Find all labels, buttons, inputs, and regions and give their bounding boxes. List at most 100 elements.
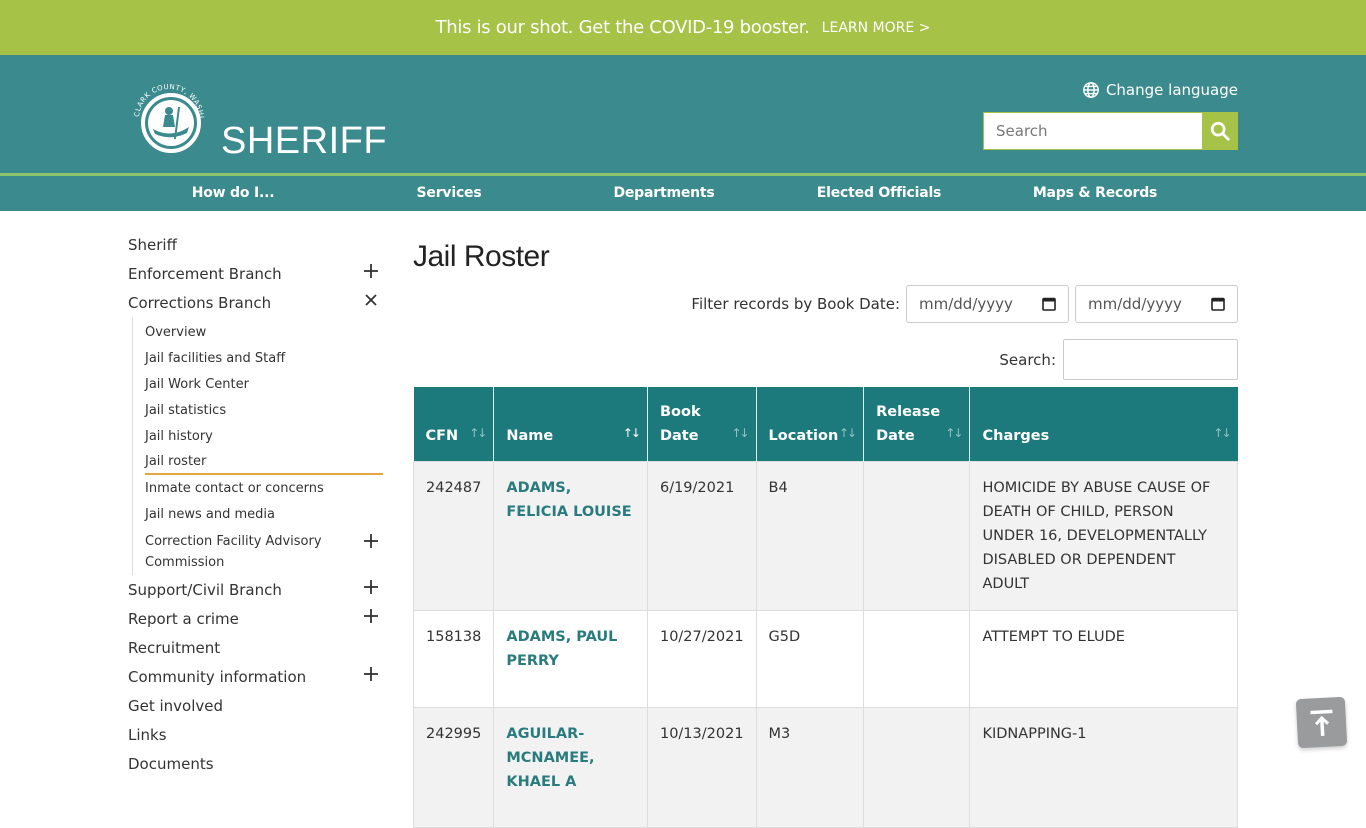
sidebar-subitem-jail-facilities[interactable]: Jail facilities and Staff [145, 345, 383, 371]
sidebar-item-links[interactable]: Links [128, 720, 383, 749]
sidebar-item-label: Correction Facility Advisory Commission [145, 534, 322, 570]
table-row: 242487 ADAMS, FELICIA LOUISE 6/19/2021 B… [412, 460, 1238, 611]
plus-icon[interactable] [363, 666, 379, 682]
banner-message: This is our shot. Get the COVID-19 boost… [435, 17, 810, 38]
sidebar-item-sheriff[interactable]: Sheriff [128, 230, 383, 259]
sidebar-subitem-advisory-commission[interactable]: Correction Facility Advisory Commission [145, 527, 383, 575]
date-to-input[interactable]: mm/dd/yyyy [1075, 285, 1238, 323]
sidebar-subitem-jail-news[interactable]: Jail news and media [145, 501, 383, 527]
sidebar-subitem-jail-history[interactable]: Jail history [145, 423, 383, 449]
plus-icon[interactable] [363, 579, 379, 595]
cell-charges: KIDNAPPING-1 [969, 706, 1238, 828]
column-header-cfn[interactable]: CFN ↑↓ [413, 387, 494, 461]
column-header-location[interactable]: Location ↑↓ [755, 387, 864, 461]
site-search [983, 112, 1238, 150]
calendar-icon[interactable] [1042, 297, 1056, 311]
filter-label: Filter records by Book Date: [691, 295, 900, 313]
jail-roster-table: CFN ↑↓ Name ↑↓ Book Date ↑↓ Location ↑↓ Relea… [412, 387, 1238, 828]
nav-services[interactable]: Services [417, 185, 482, 201]
sidebar-item-label: Report a crime [128, 609, 239, 628]
cell-book-date: 10/27/2021 [646, 609, 757, 708]
back-to-top-button[interactable] [1295, 696, 1348, 749]
calendar-icon[interactable] [1211, 297, 1225, 311]
corrections-submenu: Overview Jail facilities and Staff Jail … [132, 317, 383, 575]
cell-release-date [863, 706, 971, 828]
logo[interactable]: CLARK COUNTY, WASHINGTON SHERIFF [127, 77, 388, 162]
plus-icon[interactable] [363, 263, 379, 279]
column-header-release-date[interactable]: Release Date ↑↓ [863, 387, 970, 461]
sidebar-subitem-inmate-contact[interactable]: Inmate contact or concerns [145, 475, 383, 501]
cell-cfn: 242487 [412, 460, 495, 611]
table-search-input[interactable] [1063, 339, 1238, 380]
column-header-name[interactable]: Name ↑↓ [493, 387, 648, 461]
sidebar-item-label: Community information [128, 667, 307, 686]
cell-book-date: 6/19/2021 [646, 460, 757, 611]
inmate-name-link[interactable]: ADAMS, PAUL PERRY [506, 629, 617, 669]
plus-icon[interactable] [363, 608, 379, 624]
sidebar-subitem-jail-work-center[interactable]: Jail Work Center [145, 371, 383, 397]
table-search-label: Search: [999, 350, 1056, 369]
table-search: Search: [999, 339, 1238, 380]
sidebar-subitem-overview[interactable]: Overview [145, 319, 383, 345]
nav-how-do-i[interactable]: How do I... [192, 185, 275, 201]
sort-icon: ↑↓ [945, 425, 963, 440]
date-to-placeholder: mm/dd/yyyy [1088, 295, 1182, 313]
cell-name: AGUILAR-MCNAMEE, KHAEL A [493, 706, 648, 828]
nav-maps-records[interactable]: Maps & Records [1033, 185, 1158, 201]
sort-icon: ↑↓ [622, 425, 641, 440]
sidebar-item-corrections-branch[interactable]: Corrections Branch [128, 288, 383, 317]
cell-release-date [863, 609, 971, 708]
nav-departments[interactable]: Departments [613, 185, 714, 201]
sidebar-item-label: Enforcement Branch [128, 264, 282, 283]
sidebar-item-label: Documents [128, 754, 214, 773]
arrow-to-top-icon [1309, 709, 1333, 736]
sidebar-item-label: Sheriff [128, 235, 177, 254]
sidebar-item-recruitment[interactable]: Recruitment [128, 633, 383, 662]
cell-cfn: 242995 [412, 706, 495, 828]
page-title: Jail Roster [413, 240, 550, 273]
column-header-charges[interactable]: Charges ↑↓ [969, 387, 1238, 461]
cell-name: ADAMS, FELICIA LOUISE [493, 460, 648, 611]
date-from-input[interactable]: mm/dd/yyyy [906, 285, 1069, 323]
sidebar-item-label: Links [128, 725, 167, 744]
sidebar-item-community-information[interactable]: Community information [128, 662, 383, 691]
sort-icon: ↑↓ [731, 425, 749, 440]
book-date-filter: Filter records by Book Date: mm/dd/yyyy … [691, 285, 1238, 323]
inmate-name-link[interactable]: AGUILAR-MCNAMEE, KHAEL A [506, 726, 594, 790]
sidebar-item-documents[interactable]: Documents [128, 749, 383, 778]
cell-name: ADAMS, PAUL PERRY [493, 609, 648, 708]
inmate-name-link[interactable]: ADAMS, FELICIA LOUISE [506, 480, 631, 520]
date-from-placeholder: mm/dd/yyyy [919, 295, 1013, 313]
learn-more-link[interactable]: LEARN MORE > [822, 20, 931, 36]
cell-location: G5D [755, 609, 865, 708]
sidebar-subitem-jail-statistics[interactable]: Jail statistics [145, 397, 383, 423]
cell-charges: ATTEMPT TO ELUDE [969, 609, 1238, 708]
cell-book-date: 10/13/2021 [646, 706, 757, 828]
sidebar-item-enforcement-branch[interactable]: Enforcement Branch [128, 259, 383, 288]
site-search-input[interactable] [984, 113, 1202, 149]
sidebar-item-label: Corrections Branch [128, 293, 272, 312]
search-icon [1210, 121, 1230, 141]
brand-title: SHERIFF [221, 120, 388, 162]
table-row: 242995 AGUILAR-MCNAMEE, KHAEL A 10/13/20… [412, 706, 1238, 828]
sort-icon: ↑↓ [469, 425, 487, 440]
column-header-book-date[interactable]: Book Date ↑↓ [646, 387, 757, 461]
globe-icon [1083, 82, 1099, 98]
sidebar-item-support-civil[interactable]: Support/Civil Branch [128, 575, 383, 604]
sidebar-item-label: Support/Civil Branch [128, 580, 282, 599]
main-content: Jail Roster Filter records by Book Date:… [412, 230, 1238, 828]
sidebar-item-get-involved[interactable]: Get involved [128, 691, 383, 720]
change-language[interactable]: Change language [1082, 81, 1238, 99]
cell-location: B4 [755, 460, 865, 611]
sidebar-subitem-jail-roster[interactable]: Jail roster [145, 449, 383, 475]
sidebar: Sheriff Enforcement Branch Corrections B… [128, 230, 383, 778]
close-icon[interactable] [363, 292, 379, 308]
cell-cfn: 158138 [412, 609, 495, 708]
county-seal-icon: CLARK COUNTY, WASHINGTON [127, 77, 205, 153]
sidebar-item-label: Get involved [128, 696, 224, 715]
cell-location: M3 [755, 706, 865, 828]
sidebar-item-report-crime[interactable]: Report a crime [128, 604, 383, 633]
nav-elected-officials[interactable]: Elected Officials [817, 185, 942, 201]
site-search-button[interactable] [1202, 113, 1237, 149]
plus-icon[interactable] [363, 533, 379, 549]
